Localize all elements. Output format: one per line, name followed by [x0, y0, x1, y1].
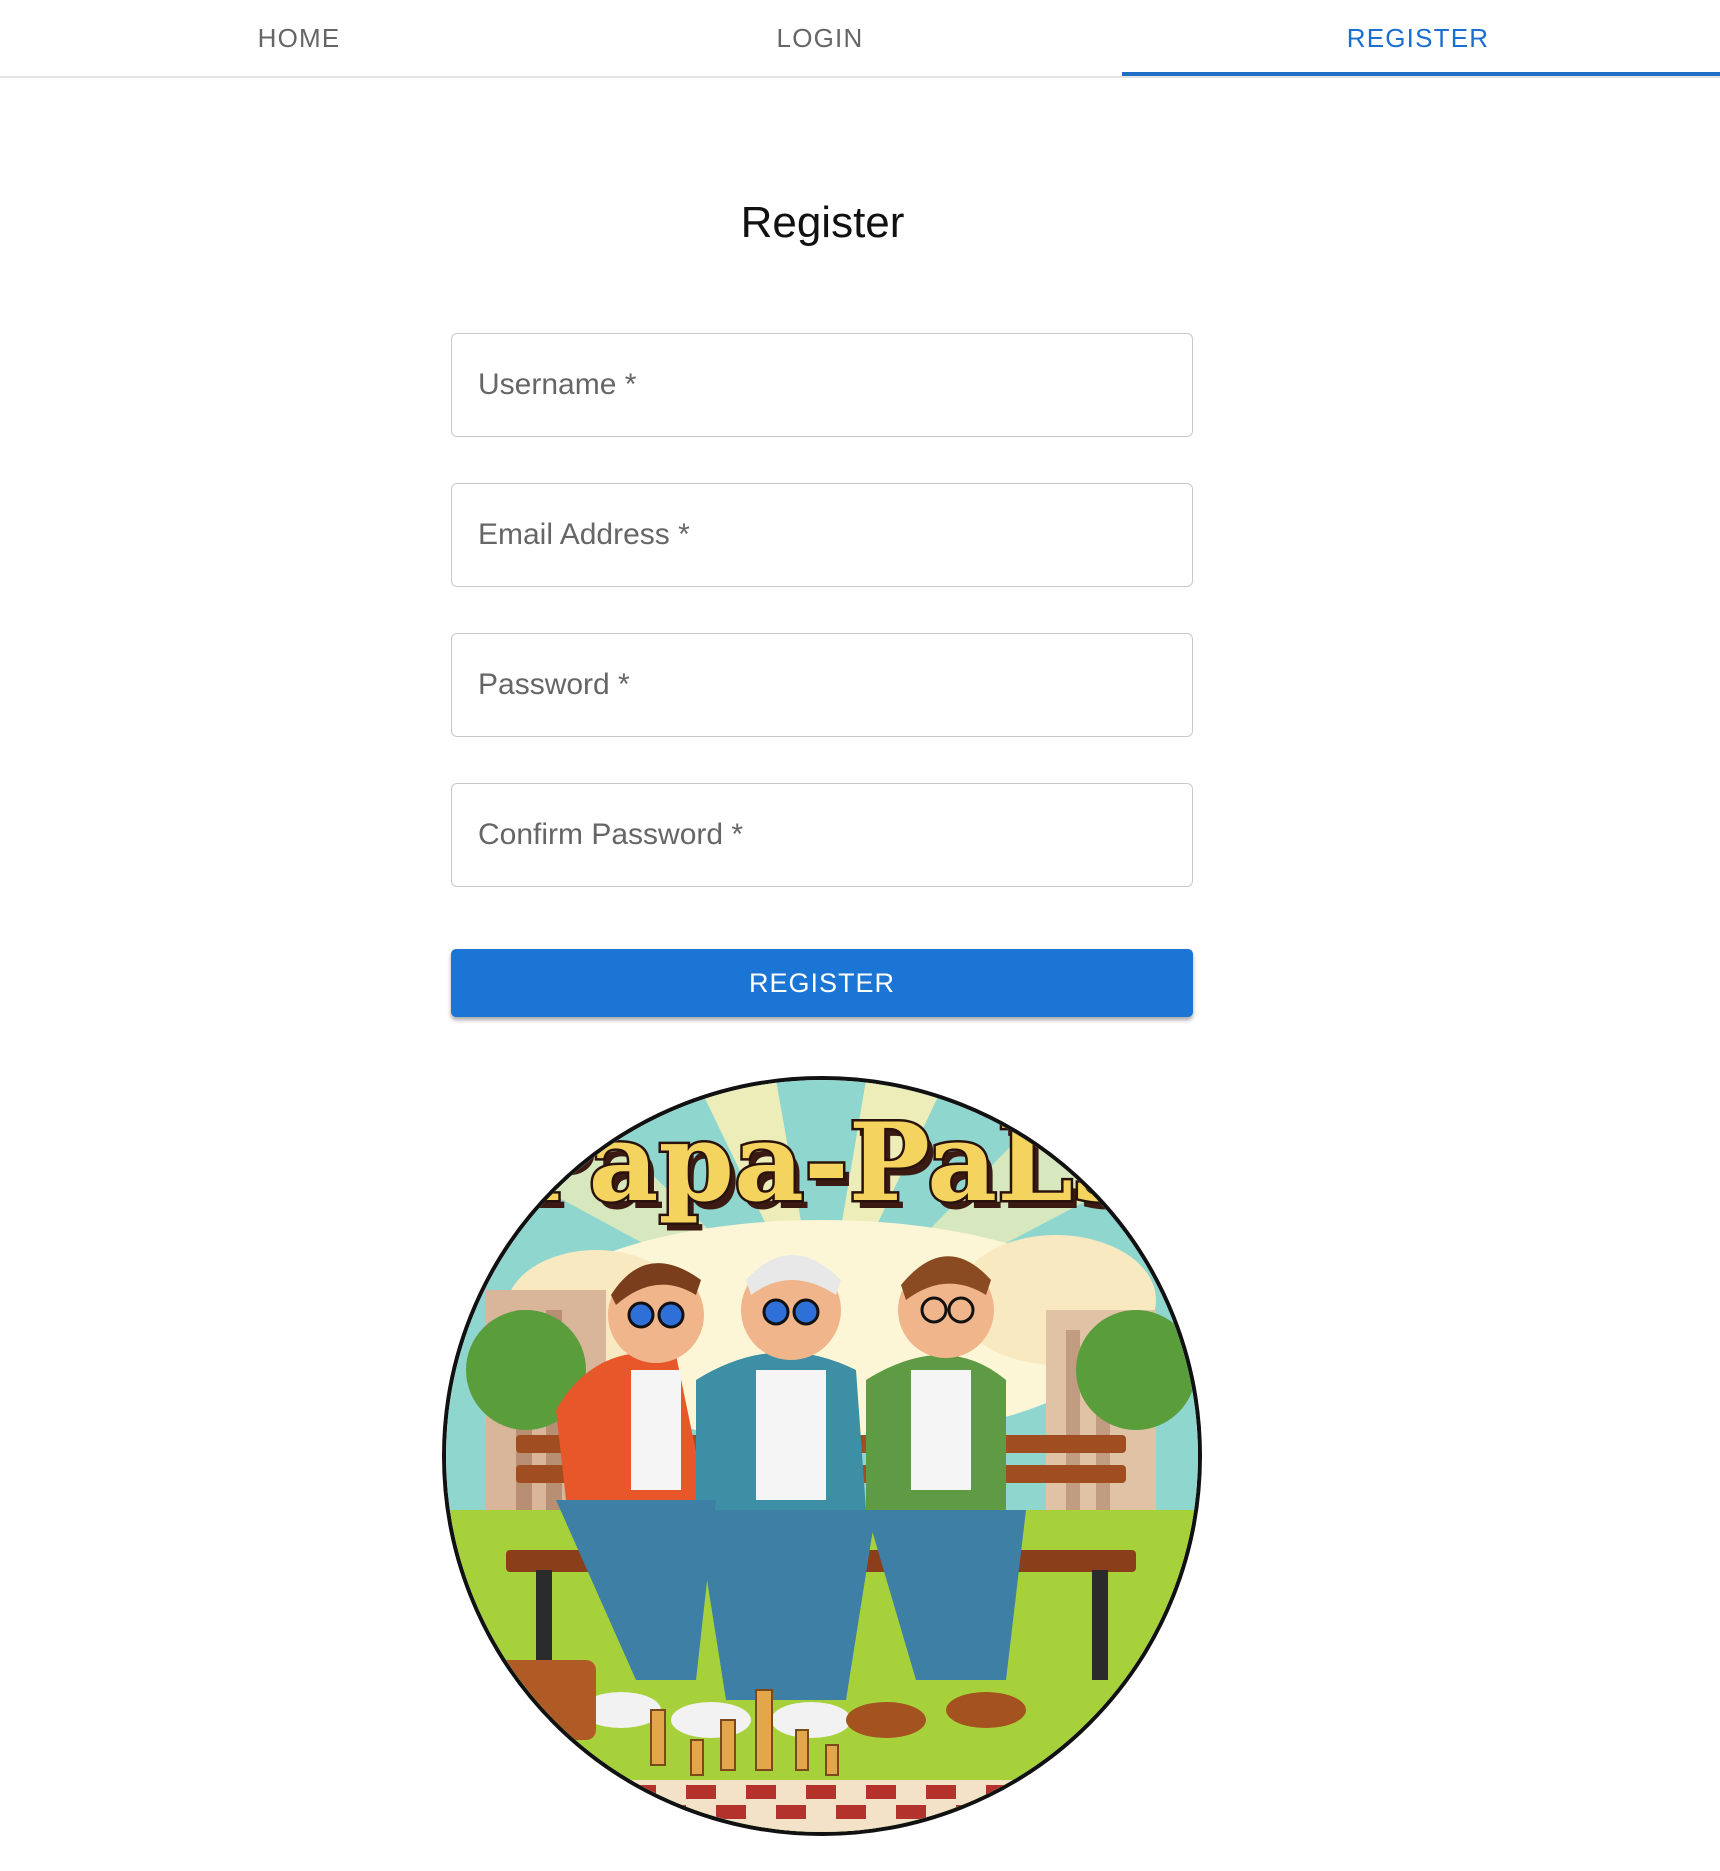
tab-register[interactable]: REGISTER: [1119, 0, 1717, 76]
page-title: Register: [740, 198, 905, 247]
logo-title: Papa-PaLs: [510, 1100, 1134, 1226]
tab-login[interactable]: LOGIN: [521, 0, 1119, 76]
confirm-password-input[interactable]: [452, 784, 1192, 886]
password-input[interactable]: [452, 634, 1192, 736]
email-field: [451, 483, 1193, 587]
register-button[interactable]: REGISTER: [451, 949, 1193, 1017]
password-field: [451, 633, 1193, 737]
nav-tabs: HOME LOGIN REGISTER: [0, 0, 1720, 78]
active-tab-indicator: [1122, 72, 1720, 76]
logo-illustration: Papa-PaLs Papa-PaLs: [446, 1080, 1198, 1832]
confirm-password-field: [451, 783, 1193, 887]
username-field: [451, 333, 1193, 437]
papa-pals-logo: Papa-PaLs Papa-PaLs: [442, 1076, 1202, 1836]
username-input[interactable]: [452, 334, 1192, 436]
email-input[interactable]: [452, 484, 1192, 586]
tab-home[interactable]: HOME: [0, 0, 598, 76]
